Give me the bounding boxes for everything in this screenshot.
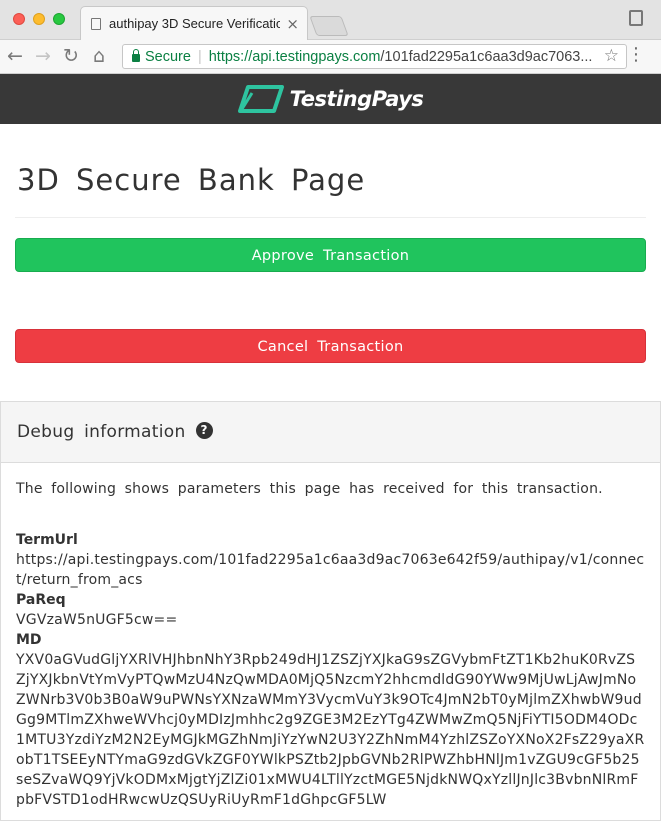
url-host: https://api.testingpays.com [208,48,381,65]
testingpays-logo-icon [237,85,284,113]
help-icon[interactable]: ? [195,422,213,439]
browser-tab[interactable]: authipay 3D Secure Verificatio × [80,6,308,40]
home-icon[interactable]: ⌂ [86,40,112,73]
close-tab-icon[interactable]: × [286,15,299,33]
bookmark-star-icon[interactable]: ☆ [604,46,619,66]
brand-name: TestingPays [289,87,424,111]
param-value-pareq: VGVzaW5nUGF5cw== [16,612,178,628]
param-value-md: YXV0aGVudGljYXRlVHJhbnNhY3Rpb249dHJ1ZSZj… [16,652,645,808]
main-content: 3D Secure Bank Page Approve Transaction … [0,124,661,363]
secure-label: Secure [145,48,191,65]
address-separator: | [197,48,202,65]
site-header: TestingPays [0,74,661,124]
lock-icon [132,49,140,62]
url-path: /101fad2295a1c6aa3d9ac7063... [380,48,593,65]
browser-tab-strip: authipay 3D Secure Verificatio × [0,0,661,40]
param-value-termurl: https://api.testingpays.com/101fad2295a1… [16,552,645,588]
address-bar[interactable]: Secure | https://api.testingpays.com /10… [122,44,627,69]
debug-panel-header: Debug information ? [1,402,660,463]
param-name-termurl: TermUrl [16,532,78,548]
debug-title: Debug information [17,422,186,442]
reload-icon[interactable]: ↻ [58,40,84,73]
browser-menu-icon[interactable]: ⋮ [627,46,645,64]
debug-panel: Debug information ? The following shows … [0,401,661,821]
page-title: 3D Secure Bank Page [15,124,646,218]
forward-icon[interactable]: → [30,40,56,73]
param-name-md: MD [16,632,42,648]
page-icon [91,17,101,30]
tab-title: authipay 3D Secure Verificatio [109,16,281,31]
approve-transaction-button[interactable]: Approve Transaction [15,238,646,272]
param-name-pareq: PaReq [16,592,66,608]
profile-icon[interactable] [629,10,643,26]
browser-toolbar: ← → ↻ ⌂ Secure | https://api.testingpays… [0,40,661,74]
window-controls [13,13,65,25]
maximize-window-button[interactable] [53,13,65,25]
new-tab-button[interactable] [309,16,349,36]
close-window-button[interactable] [13,13,25,25]
debug-panel-body: The following shows parameters this page… [1,463,660,810]
cancel-transaction-button[interactable]: Cancel Transaction [15,329,646,363]
debug-intro: The following shows parameters this page… [16,481,603,497]
back-icon[interactable]: ← [2,40,28,73]
minimize-window-button[interactable] [33,13,45,25]
